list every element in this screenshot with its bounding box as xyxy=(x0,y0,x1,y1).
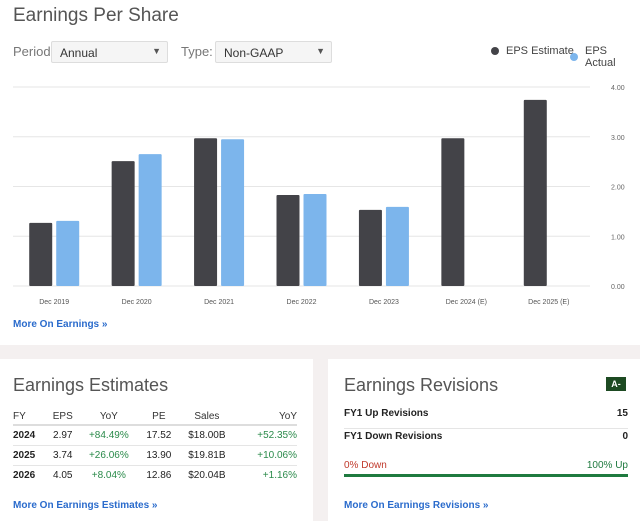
eps-chart: 0.00 1.00 2.00 3.00 4.00 Dec 2019 Dec 2020 Dec … xyxy=(13,85,625,306)
bar-eps-actual xyxy=(138,154,162,286)
table-cell: $19.81B xyxy=(178,445,236,466)
estimates-title: Earnings Estimates xyxy=(13,375,169,395)
column-header: Sales xyxy=(178,408,236,426)
type-select[interactable]: Non-GAAP ▼ xyxy=(215,41,332,63)
table-cell: +1.16% xyxy=(262,469,297,481)
period-select[interactable]: Annual ▼ xyxy=(51,41,168,63)
x-tick-label: Dec 2024 (E) xyxy=(446,299,487,306)
more-on-revisions-link[interactable]: More On Earnings Revisions » xyxy=(344,500,488,511)
bar-eps-estimate xyxy=(276,194,300,286)
up-revisions-row: FY1 Up Revisions 15 xyxy=(344,408,628,429)
bar-eps-actual xyxy=(221,139,245,286)
more-on-estimates-link[interactable]: More On Earnings Estimates » xyxy=(13,500,158,511)
y-tick-label: 1.00 xyxy=(611,234,625,241)
table-cell: 4.05 xyxy=(53,469,73,481)
eps-title: Earnings Per Share xyxy=(13,5,179,26)
table-row: 2026 4.05 +8.04% 12.86 $20.04B +1.16% xyxy=(13,465,297,485)
y-tick-label: 4.00 xyxy=(611,85,625,92)
x-tick-label: Dec 2019 xyxy=(39,299,69,306)
x-tick-label: Dec 2022 xyxy=(287,299,317,306)
table-cell: 3.74 xyxy=(47,445,79,466)
table-cell: 2.97 xyxy=(47,425,79,446)
column-header: YoY xyxy=(235,408,297,426)
down-revisions-row: FY1 Down Revisions 0 xyxy=(344,431,628,442)
table-cell: 2025 xyxy=(13,445,48,466)
legend-label: EPS Estimate xyxy=(506,45,574,57)
caret-down-icon: ▼ xyxy=(316,46,325,56)
table-cell: 12.86 xyxy=(146,469,172,481)
period-label: Period: xyxy=(13,44,55,59)
bar-eps-actual xyxy=(56,220,80,286)
table-cell: +8.04% xyxy=(91,469,126,481)
caret-down-icon: ▼ xyxy=(152,46,161,56)
column-header: EPS xyxy=(47,408,79,426)
legend-item-actual[interactable]: EPS Actual xyxy=(570,45,640,69)
bar-eps-estimate xyxy=(358,209,382,286)
y-tick-label: 3.00 xyxy=(611,135,625,142)
type-value: Non-GAAP xyxy=(224,46,284,60)
period-value: Annual xyxy=(60,46,98,60)
down-revisions-label: FY1 Down Revisions xyxy=(344,431,443,442)
table-cell: 13.90 xyxy=(139,445,179,466)
table-cell: 2026 xyxy=(13,469,36,481)
table-cell: 2024 xyxy=(13,425,48,446)
bar-eps-estimate xyxy=(194,138,218,286)
revisions-bar xyxy=(344,474,628,477)
x-tick-label: Dec 2020 xyxy=(122,299,152,306)
bar-eps-estimate xyxy=(111,161,135,286)
bar-eps-actual xyxy=(385,206,409,286)
estimates-table: FY EPS YoY PE Sales YoY 2024 2.97 +84.49% 17.52 $… xyxy=(13,408,297,485)
grade-badge: A- xyxy=(606,377,626,391)
table-cell: $20.04B xyxy=(188,469,226,481)
estimate-dot-icon xyxy=(491,47,499,55)
legend-item-estimate[interactable]: EPS Estimate xyxy=(491,45,574,57)
bar-eps-estimate xyxy=(29,222,53,286)
column-header: FY xyxy=(13,408,48,426)
table-cell: $18.00B xyxy=(178,425,236,446)
revisions-bar-up-fill xyxy=(344,474,628,477)
up-revisions-value: 15 xyxy=(616,408,628,419)
x-tick-label: Dec 2025 (E) xyxy=(528,299,569,306)
table-cell: +84.49% xyxy=(78,425,140,446)
table-row: 2025 3.74 +26.06% 13.90 $19.81B +10.06% xyxy=(13,445,297,466)
table-cell: +52.35% xyxy=(235,425,297,446)
x-tick-label: Dec 2023 xyxy=(369,299,399,306)
type-label: Type: xyxy=(181,44,213,59)
down-revisions-value: 0 xyxy=(622,431,628,442)
bar-eps-actual xyxy=(303,193,327,286)
table-cell: 17.52 xyxy=(139,425,179,446)
up-revisions-label: FY1 Up Revisions xyxy=(344,408,429,419)
revisions-title: Earnings Revisions xyxy=(344,375,499,395)
table-cell: +26.06% xyxy=(78,445,140,466)
table-cell: +10.06% xyxy=(235,445,297,466)
column-header: PE xyxy=(139,408,179,426)
x-tick-label: Dec 2021 xyxy=(204,299,234,306)
up-pct-label: 100% Up xyxy=(586,460,628,471)
y-tick-label: 0.00 xyxy=(611,284,625,291)
eps-section: Earnings Per Share Period: Annual ▼ Type… xyxy=(0,0,640,345)
bar-eps-estimate xyxy=(441,138,465,286)
table-row: 2024 2.97 +84.49% 17.52 $18.00B +52.35% xyxy=(13,425,297,446)
revisions-pct-row: 0% Down 100% Up xyxy=(344,460,628,471)
legend-label: EPS Actual xyxy=(585,45,616,69)
actual-dot-icon xyxy=(570,53,578,61)
column-header: YoY xyxy=(78,408,140,426)
more-on-earnings-link[interactable]: More On Earnings » xyxy=(13,319,107,330)
y-tick-label: 2.00 xyxy=(611,185,625,192)
down-pct-label: 0% Down xyxy=(344,460,387,471)
bar-eps-estimate xyxy=(523,99,547,286)
